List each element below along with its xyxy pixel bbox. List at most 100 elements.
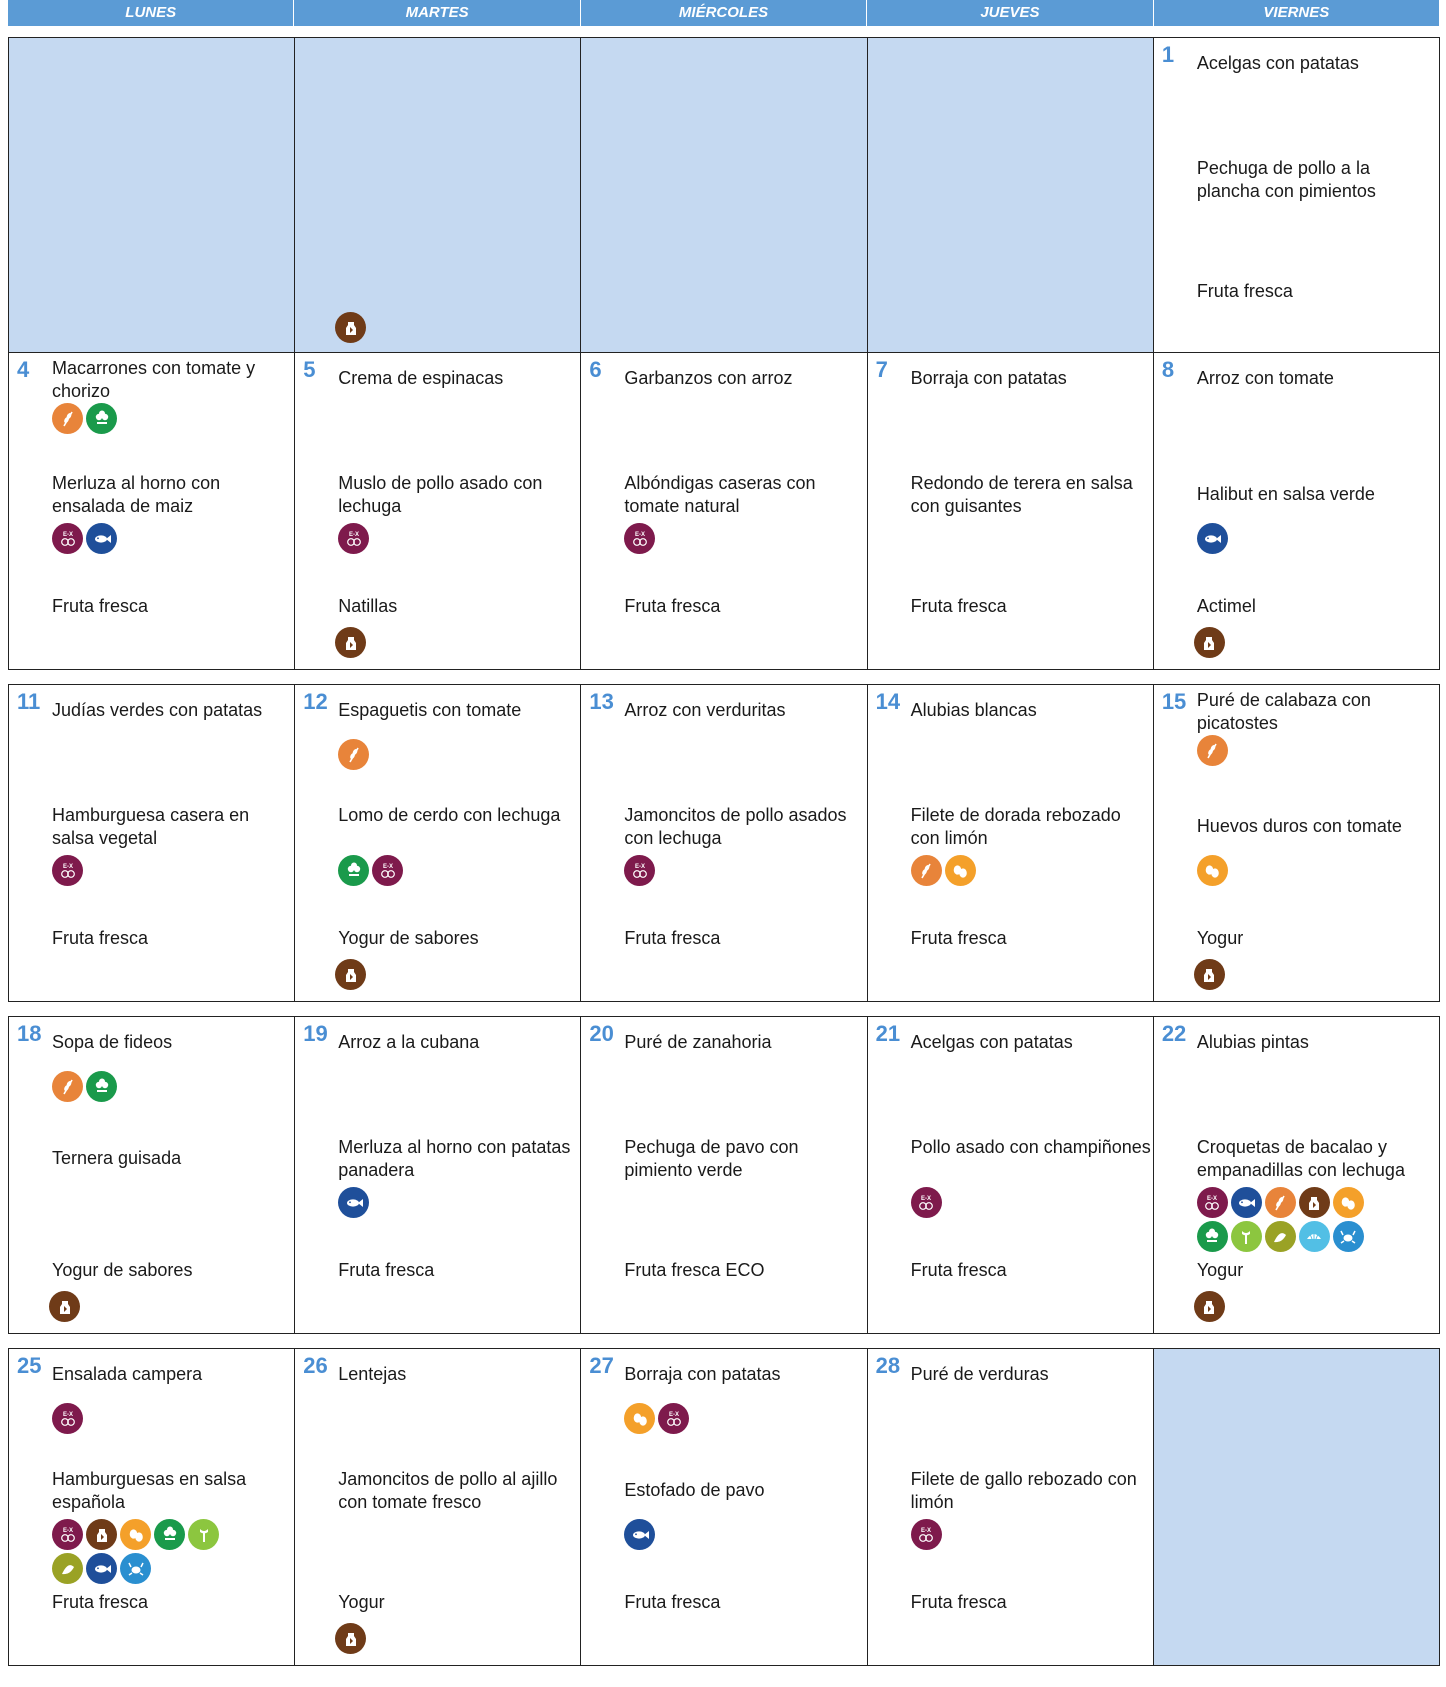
second-course: Jamoncitos de pollo asados con lechuga: [624, 805, 847, 848]
gluten-wheat-icon: [52, 1071, 83, 1102]
week-row: 18 Sopa de fideos Ternera guisada Yogur de …: [8, 1016, 1440, 1334]
dessert: Fruta fresca: [52, 928, 149, 948]
allergen-icons: E-X: [52, 855, 232, 886]
week-row: 1 Acelgas con patatas Pechuga de pollo a l…: [8, 37, 1440, 355]
second-course: Croquetas de bacalao y empanadillas con …: [1196, 1137, 1405, 1180]
gluten-wheat-icon: [1264, 1187, 1296, 1218]
day-number: 26: [303, 1353, 328, 1378]
empty-day-cell: [581, 38, 868, 354]
day-cell: 1 Acelgas con patatas Pechuga de pollo a l…: [1153, 38, 1440, 354]
second-course: Albóndigas caseras con tomate natural: [624, 473, 816, 516]
day-cell: 22 Alubias pintas Croquetas de bacalao y e…: [1153, 1017, 1440, 1333]
first-course: Judías verdes con patatas: [52, 700, 263, 720]
day-cell: 5 Crema de espinacas Muslo de pollo asado …: [295, 353, 582, 669]
allergen-icons: [49, 1291, 229, 1322]
empty-day-cell: [867, 38, 1154, 354]
day-number: 22: [1161, 1021, 1187, 1046]
dessert: Yogur: [1196, 928, 1244, 948]
second-course: Huevos duros con tomate: [1196, 816, 1402, 836]
crustaceans-crab-icon: [1332, 1221, 1364, 1252]
first-course: Lentejas: [338, 1364, 407, 1384]
day-cell: 20 Puré de zanahoria Pechuga de pavo con p…: [581, 1017, 868, 1333]
celery-icon: [86, 403, 117, 434]
celery-icon: [86, 1071, 117, 1102]
milk-icon: [1298, 1187, 1330, 1218]
second-course: Jamoncitos de pollo al ajillo con tomate…: [338, 1469, 558, 1512]
gluten-wheat-icon: [52, 403, 83, 434]
gluten-wheat-icon: [910, 855, 942, 886]
day-number: 20: [589, 1021, 614, 1046]
milk-icon: [1193, 627, 1225, 658]
empty-day-cell: [9, 38, 296, 354]
day-cell: 26 Lentejas Jamoncitos de pollo al ajillo …: [295, 1349, 582, 1665]
dessert: Yogur de sabores: [52, 1260, 193, 1280]
day-cell: 7 Borraja con patatas Redondo de terera en…: [867, 353, 1154, 669]
fish-icon: [1230, 1187, 1262, 1218]
allergen-icons: [1196, 855, 1377, 886]
svg-text:E-X: E-X: [635, 532, 645, 538]
allergen-icons: [1196, 735, 1377, 766]
fish-icon: [624, 1519, 656, 1550]
day-cell: 11 Judías verdes con patatas Hamburguesa c…: [9, 685, 296, 1001]
first-course: Crema de espinacas: [338, 368, 504, 388]
second-course: Redondo de terera en salsa con guisantes: [910, 473, 1133, 516]
dessert: Yogur: [338, 1592, 385, 1612]
sulphites-icon: E-X: [624, 855, 656, 886]
fish-icon: [1196, 523, 1228, 554]
day-cell: 15 Puré de calabaza con picatostes Huevos …: [1153, 685, 1440, 1001]
dessert: Fruta fresca: [910, 1592, 1007, 1612]
second-course: Pechuga de pollo a la plancha con pimien…: [1196, 158, 1376, 201]
fish-icon: [86, 1553, 117, 1584]
egg-icon: [624, 1403, 656, 1434]
milk-icon: [49, 1291, 80, 1322]
day-cell: 25 Ensalada campera E-X Hamburguesas en sal…: [9, 1349, 296, 1665]
dessert: Fruta fresca: [52, 596, 149, 616]
svg-text:E-X: E-X: [349, 532, 359, 538]
day-number: 14: [875, 689, 901, 714]
first-course: Ensalada campera: [52, 1364, 203, 1384]
sulphites-icon: E-X: [910, 1187, 942, 1218]
day-cell: 18 Sopa de fideos Ternera guisada Yogur de …: [9, 1017, 296, 1333]
dessert: Fruta fresca: [624, 1592, 721, 1612]
sulphites-icon: E-X: [52, 1519, 83, 1550]
day-number: 28: [875, 1353, 901, 1378]
allergen-icons: [335, 959, 515, 990]
second-course: Filete de dorada rebozado con limón: [910, 805, 1121, 848]
allergen-icons: [52, 403, 232, 434]
second-course: Hamburguesa casera en salsa vegetal: [52, 805, 250, 848]
dessert: Fruta fresca ECO: [624, 1260, 765, 1280]
allergen-icons: E-X: [910, 1187, 1091, 1218]
second-course: Merluza al horno con patatas panadera: [338, 1137, 571, 1180]
empty-day-cell: [1153, 1349, 1440, 1665]
day-cell: 4 Macarrones con tomate y chorizo Merluza …: [9, 353, 296, 669]
milk-icon: [335, 627, 367, 658]
sulphites-icon: E-X: [1196, 1187, 1228, 1218]
svg-text:E-X: E-X: [1207, 1196, 1217, 1202]
milk-icon: [335, 1623, 367, 1654]
milk-icon: [86, 1519, 117, 1550]
day-number: 25: [17, 1353, 42, 1378]
day-number: 5: [303, 357, 316, 382]
second-course: Ternera guisada: [52, 1148, 182, 1168]
allergen-icons: E-X: [52, 523, 232, 554]
day-cell: 21 Acelgas con patatas Pollo asado con cha…: [867, 1017, 1154, 1333]
day-number: 18: [17, 1021, 42, 1046]
week-row: 4 Macarrones con tomate y chorizo Merluza …: [8, 352, 1440, 670]
header-wednesday: MIÉRCOLES: [580, 0, 868, 26]
svg-text:E-X: E-X: [62, 864, 72, 870]
second-course: Muslo de pollo asado con lechuga: [338, 473, 543, 516]
day-cell: 19 Arroz a la cubana Merluza al horno con …: [295, 1017, 582, 1333]
second-course: Estofado de pavo: [624, 1480, 765, 1500]
sulphites-icon: E-X: [52, 523, 83, 554]
second-course: Hamburguesas en salsa española: [52, 1469, 247, 1512]
day-number: 7: [875, 357, 888, 382]
svg-text:E-X: E-X: [62, 1412, 72, 1418]
allergen-icons: E-X: [1196, 1187, 1377, 1252]
allergen-icons: [1196, 523, 1377, 554]
first-course: Macarrones con tomate y chorizo: [52, 358, 256, 401]
second-course: Merluza al horno con ensalada de maiz: [52, 473, 221, 516]
week-row: 25 Ensalada campera E-X Hamburguesas en sal…: [8, 1348, 1440, 1666]
dessert: Actimel: [1196, 596, 1256, 616]
milk-icon: [1193, 1291, 1225, 1322]
second-course: Pechuga de pavo con pimiento verde: [624, 1137, 799, 1180]
